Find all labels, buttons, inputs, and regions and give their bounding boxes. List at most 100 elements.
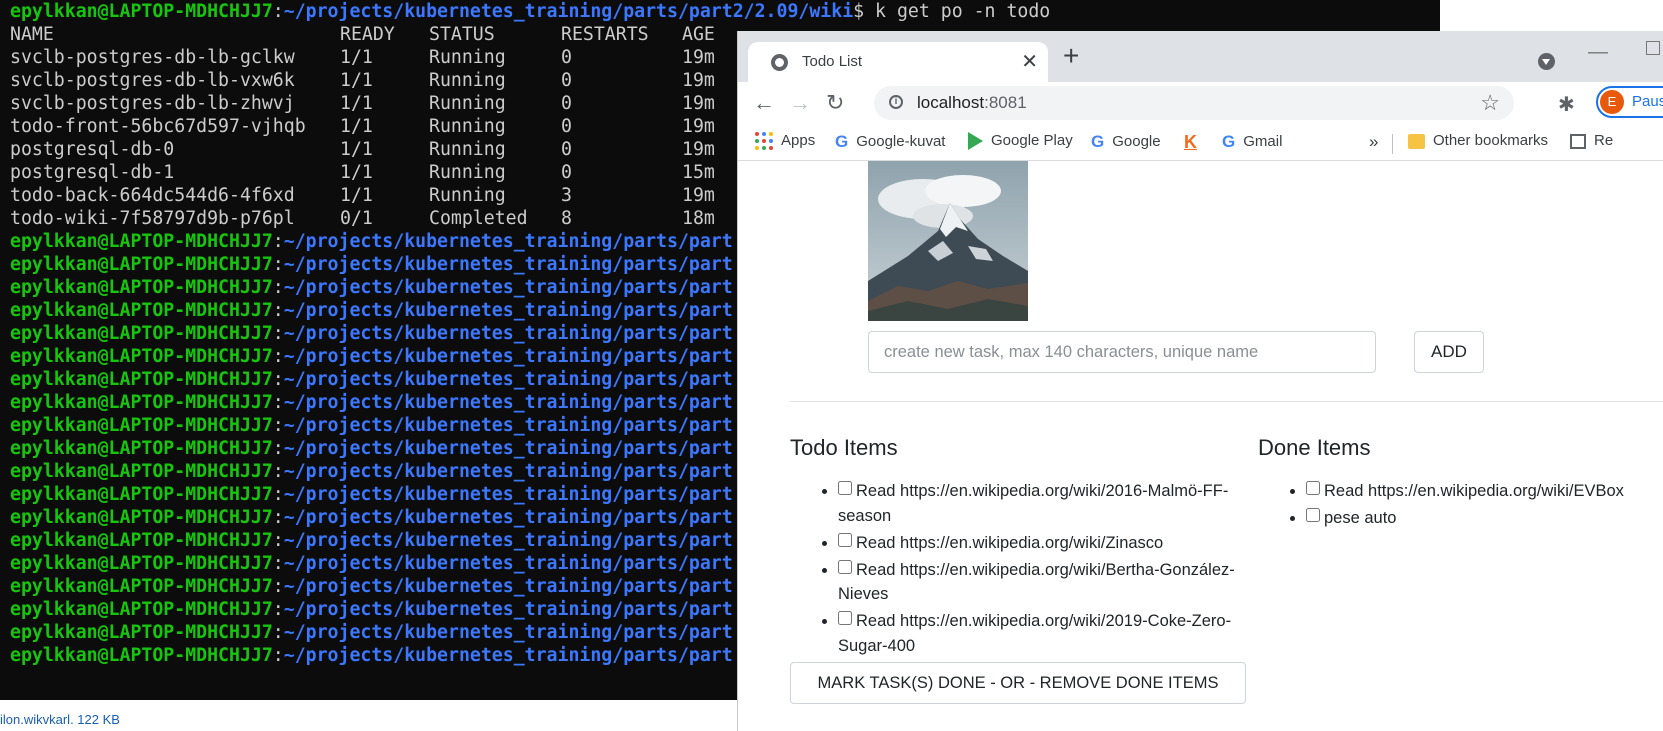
k-logo-icon: K xyxy=(1184,132,1197,152)
profile-button[interactable]: E Paus xyxy=(1596,86,1663,118)
reading-list-button[interactable]: Re xyxy=(1570,132,1613,149)
reload-icon[interactable]: ↻ xyxy=(826,90,844,116)
close-tab-icon[interactable]: ✕ xyxy=(1021,49,1038,74)
command-line: epylkkan@LAPTOP-MDHCHJJ7:~/projects/kube… xyxy=(10,1,1051,22)
done-item: pese auto xyxy=(1306,506,1663,531)
bookmark-google-kuvat[interactable]: G Google-kuvat xyxy=(835,132,945,152)
prompt-user: epylkkan@LAPTOP-MDHCHJJ7 xyxy=(10,599,273,620)
avatar: E xyxy=(1600,90,1624,114)
background-window-text: ilon.wikvkarl. 122 KB xyxy=(0,712,120,727)
add-task-button[interactable]: ADD xyxy=(1414,331,1484,373)
header-restarts: RESTARTS xyxy=(561,24,649,45)
bookmark-apps[interactable]: Apps xyxy=(755,132,815,151)
command-text: $ k get po -n todo xyxy=(853,1,1051,22)
pod-name: todo-back-664dc544d6-4f6xd xyxy=(10,185,295,206)
pod-restarts: 0 xyxy=(561,70,572,91)
bookmark-google-play[interactable]: Google Play xyxy=(968,132,1073,151)
prompt-user: epylkkan@LAPTOP-MDHCHJJ7 xyxy=(10,323,273,344)
todo-item-checkbox[interactable] xyxy=(838,559,852,574)
prompt-path: ~/projects/kubernetes_training/parts/par… xyxy=(283,300,733,321)
url-host: localhost xyxy=(917,93,985,112)
bookmark-gmail[interactable]: G Gmail xyxy=(1222,132,1282,152)
browser-window[interactable]: Todo List ✕ + — ← → ↻ i localhost:8081 ☆… xyxy=(737,31,1663,731)
section-divider xyxy=(790,401,1663,402)
prompt-user: epylkkan@LAPTOP-MDHCHJJ7 xyxy=(10,415,273,436)
pod-name: todo-wiki-7f58797d9b-p76pl xyxy=(10,208,295,229)
prompt-user: epylkkan@LAPTOP-MDHCHJJ7 xyxy=(10,277,273,298)
pod-restarts: 0 xyxy=(561,47,572,68)
done-item-checkbox[interactable] xyxy=(1306,481,1320,495)
todo-item: Read https://en.wikipedia.org/wiki/Zinas… xyxy=(838,531,1248,556)
browser-toolbar: ← → ↻ i localhost:8081 ☆ ✱ E Paus xyxy=(738,82,1663,126)
profile-status-label: Paus xyxy=(1632,93,1663,110)
prompt-user: epylkkan@LAPTOP-MDHCHJJ7 xyxy=(10,392,273,413)
prompt-user: epylkkan@LAPTOP-MDHCHJJ7 xyxy=(10,553,273,574)
todo-item-checkbox[interactable] xyxy=(838,611,852,625)
todo-item: Read https://en.wikipedia.org/wiki/2016-… xyxy=(838,479,1248,528)
done-item-text: pese auto xyxy=(1324,509,1397,527)
prompt-path: ~/projects/kubernetes_training/parts/par… xyxy=(283,530,733,551)
pod-restarts: 0 xyxy=(561,93,572,114)
pod-age: 19m xyxy=(682,47,715,68)
pod-restarts: 3 xyxy=(561,185,572,206)
bookmark-other-bookmarks[interactable]: Other bookmarks xyxy=(1408,132,1548,149)
pod-age: 15m xyxy=(682,162,715,183)
prompt-user: epylkkan@LAPTOP-MDHCHJJ7 xyxy=(10,576,273,597)
todo-items-list: Read https://en.wikipedia.org/wiki/2016-… xyxy=(790,479,1248,661)
pod-status: Running xyxy=(429,47,506,68)
prompt-user: epylkkan@LAPTOP-MDHCHJJ7 xyxy=(10,346,273,367)
pod-name: svclb-postgres-db-lb-vxw6k xyxy=(10,70,295,91)
header-age: AGE xyxy=(682,24,715,45)
done-items-list: Read https://en.wikipedia.org/wiki/EVBox… xyxy=(1258,479,1663,533)
pod-status: Running xyxy=(429,93,506,114)
google-icon: G xyxy=(1091,132,1105,151)
todo-item-text: Read https://en.wikipedia.org/wiki/Berth… xyxy=(838,560,1235,604)
google-icon: G xyxy=(1222,132,1236,151)
prompt-user: epylkkan@LAPTOP-MDHCHJJ7 xyxy=(10,1,273,22)
tab-todo-list[interactable]: Todo List ✕ xyxy=(748,42,1048,82)
google-play-icon xyxy=(968,132,983,151)
tab-strip: Todo List ✕ + — xyxy=(738,31,1663,82)
bookmarks-overflow-button[interactable]: » xyxy=(1369,132,1378,152)
prompt-path: ~/projects/kubernetes_training/parts/par… xyxy=(283,553,733,574)
tab-title: Todo List xyxy=(802,53,863,70)
todo-page: ADD Todo Items Done Items Read https://e… xyxy=(738,161,1663,731)
prompt-user: epylkkan@LAPTOP-MDHCHJJ7 xyxy=(10,369,273,390)
todo-item-checkbox[interactable] xyxy=(838,532,852,547)
maximize-button[interactable] xyxy=(1646,41,1660,55)
bookmark-star-icon[interactable]: ☆ xyxy=(1480,90,1500,116)
url-text: localhost:8081 xyxy=(917,93,1027,113)
bookmark-google[interactable]: G Google xyxy=(1091,132,1161,152)
done-item: Read https://en.wikipedia.org/wiki/EVBox xyxy=(1306,479,1663,504)
todo-item-text: Read https://en.wikipedia.org/wiki/Zinas… xyxy=(856,533,1164,552)
todo-item-text: Read https://en.wikipedia.org/wiki/2016-… xyxy=(838,482,1229,525)
header-name: NAME xyxy=(10,24,54,45)
minimize-button[interactable]: — xyxy=(1588,41,1608,64)
site-info-icon[interactable]: i xyxy=(889,95,903,109)
tab-search-icon[interactable] xyxy=(1538,53,1555,70)
new-tab-button[interactable]: + xyxy=(1063,41,1079,71)
back-arrow-icon[interactable]: ← xyxy=(753,90,775,116)
header-ready: READY xyxy=(340,24,395,45)
pod-name: todo-front-56bc67d597-vjhqb xyxy=(10,116,306,137)
pod-age: 19m xyxy=(682,116,715,137)
reading-list-label: Re xyxy=(1594,132,1614,149)
forward-arrow-icon[interactable]: → xyxy=(789,90,811,116)
new-task-input[interactable] xyxy=(868,331,1376,373)
mark-done-remove-button[interactable]: MARK TASK(S) DONE - OR - REMOVE DONE ITE… xyxy=(790,662,1246,704)
pod-name: postgresql-db-0 xyxy=(10,139,175,160)
pod-name: postgresql-db-1 xyxy=(10,162,175,183)
pod-restarts: 8 xyxy=(561,208,572,229)
prompt-path: ~/projects/kubernetes_training/parts/par… xyxy=(283,415,733,436)
pod-ready: 1/1 xyxy=(340,70,373,91)
pod-name: svclb-postgres-db-lb-gclkw xyxy=(10,47,295,68)
prompt-path: ~/projects/kubernetes_training/parts/par… xyxy=(283,599,733,620)
prompt-user: epylkkan@LAPTOP-MDHCHJJ7 xyxy=(10,622,273,643)
todo-item-checkbox[interactable] xyxy=(838,481,852,495)
bookmark-k[interactable]: K xyxy=(1184,132,1205,153)
folder-icon xyxy=(1408,133,1425,149)
prompt-path: ~/projects/kubernetes_training/parts/par… xyxy=(283,507,733,528)
extensions-puzzle-icon[interactable]: ✱ xyxy=(1558,92,1575,117)
done-item-checkbox[interactable] xyxy=(1306,508,1320,522)
address-bar[interactable]: i localhost:8081 ☆ xyxy=(874,86,1514,120)
